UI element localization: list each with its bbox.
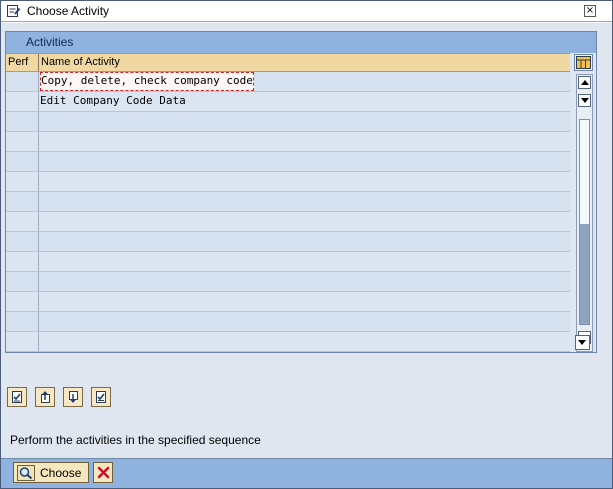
perf-cell[interactable]	[6, 272, 39, 291]
select-all-button[interactable]	[7, 387, 27, 407]
scroll-down-page-button[interactable]	[578, 94, 591, 107]
perf-cell[interactable]	[6, 212, 39, 231]
column-header-name-of-activity[interactable]: Name of Activity	[39, 54, 570, 71]
dialog-title: Choose Activity	[27, 4, 110, 18]
choose-button-label: Choose	[40, 466, 82, 480]
perf-cell[interactable]	[6, 192, 39, 211]
table-settings-icon	[576, 56, 591, 69]
arrow-down-icon	[578, 340, 586, 345]
table-row[interactable]	[6, 172, 570, 192]
perf-cell[interactable]	[6, 172, 39, 191]
dialog-footer: Choose	[1, 458, 612, 488]
table-row[interactable]	[6, 112, 570, 132]
move-up-icon	[41, 391, 50, 403]
perf-cell[interactable]	[6, 152, 39, 171]
table-row[interactable]	[6, 292, 570, 312]
perf-cell[interactable]	[6, 92, 39, 111]
perf-cell[interactable]	[6, 292, 39, 311]
column-configuration-button[interactable]	[574, 54, 593, 71]
table-row[interactable]	[6, 192, 570, 212]
table-row[interactable]	[6, 272, 570, 292]
scroll-bottom-button[interactable]	[575, 335, 590, 350]
arrow-up-icon	[581, 80, 589, 85]
column-header-perf[interactable]: Perf	[6, 54, 39, 71]
close-icon: ×	[585, 5, 595, 16]
dialog-content: Activities Perf Name of Activity Copy, d…	[1, 23, 612, 458]
perf-cell[interactable]	[6, 132, 39, 151]
close-button[interactable]: ×	[584, 5, 596, 17]
choose-button[interactable]: Choose	[13, 462, 89, 483]
table-row[interactable]	[6, 232, 570, 252]
table-body: Copy, delete, check company code Edit Co…	[6, 72, 570, 352]
move-down-icon	[69, 391, 78, 403]
activities-table: Activities Perf Name of Activity Copy, d…	[5, 31, 597, 353]
perf-cell[interactable]	[6, 232, 39, 251]
table-row[interactable]	[6, 152, 570, 172]
table-row[interactable]	[6, 252, 570, 272]
vertical-scrollbar[interactable]	[576, 74, 593, 352]
perf-cell[interactable]	[6, 252, 39, 271]
deselect-all-icon	[96, 391, 106, 403]
cancel-x-icon	[97, 466, 110, 479]
move-up-button[interactable]	[35, 387, 55, 407]
select-all-icon	[12, 391, 22, 403]
table-row[interactable]: Copy, delete, check company code	[6, 72, 570, 92]
table-row[interactable]: Edit Company Code Data	[6, 92, 570, 112]
table-row[interactable]	[6, 312, 570, 332]
perf-cell[interactable]	[6, 312, 39, 331]
choose-activity-dialog: Choose Activity × Activities Perf Name o…	[0, 0, 613, 489]
table-row[interactable]	[6, 212, 570, 232]
table-caption: Activities	[6, 32, 596, 53]
move-down-button[interactable]	[63, 387, 83, 407]
deselect-all-button[interactable]	[91, 387, 111, 407]
table-row[interactable]	[6, 332, 570, 352]
scroll-top-button[interactable]	[578, 76, 591, 89]
table-row[interactable]	[6, 132, 570, 152]
activity-name-cell[interactable]: Edit Company Code Data	[40, 92, 186, 111]
table-header-row: Perf Name of Activity	[6, 53, 570, 72]
title-bar: Choose Activity ×	[1, 1, 612, 22]
perf-cell[interactable]	[6, 112, 39, 131]
activity-name-cell[interactable]: Copy, delete, check company code	[40, 72, 254, 91]
perf-cell[interactable]	[6, 332, 39, 351]
arrow-down-icon	[581, 98, 589, 103]
scrollbar-track[interactable]	[579, 119, 590, 325]
sequence-hint: Perform the activities in the specified …	[10, 433, 261, 447]
scrollbar-thumb[interactable]	[580, 224, 589, 324]
perf-cell[interactable]	[6, 72, 39, 91]
document-edit-icon	[7, 5, 21, 17]
cancel-button[interactable]	[93, 462, 113, 483]
magnifier-icon	[17, 465, 35, 481]
